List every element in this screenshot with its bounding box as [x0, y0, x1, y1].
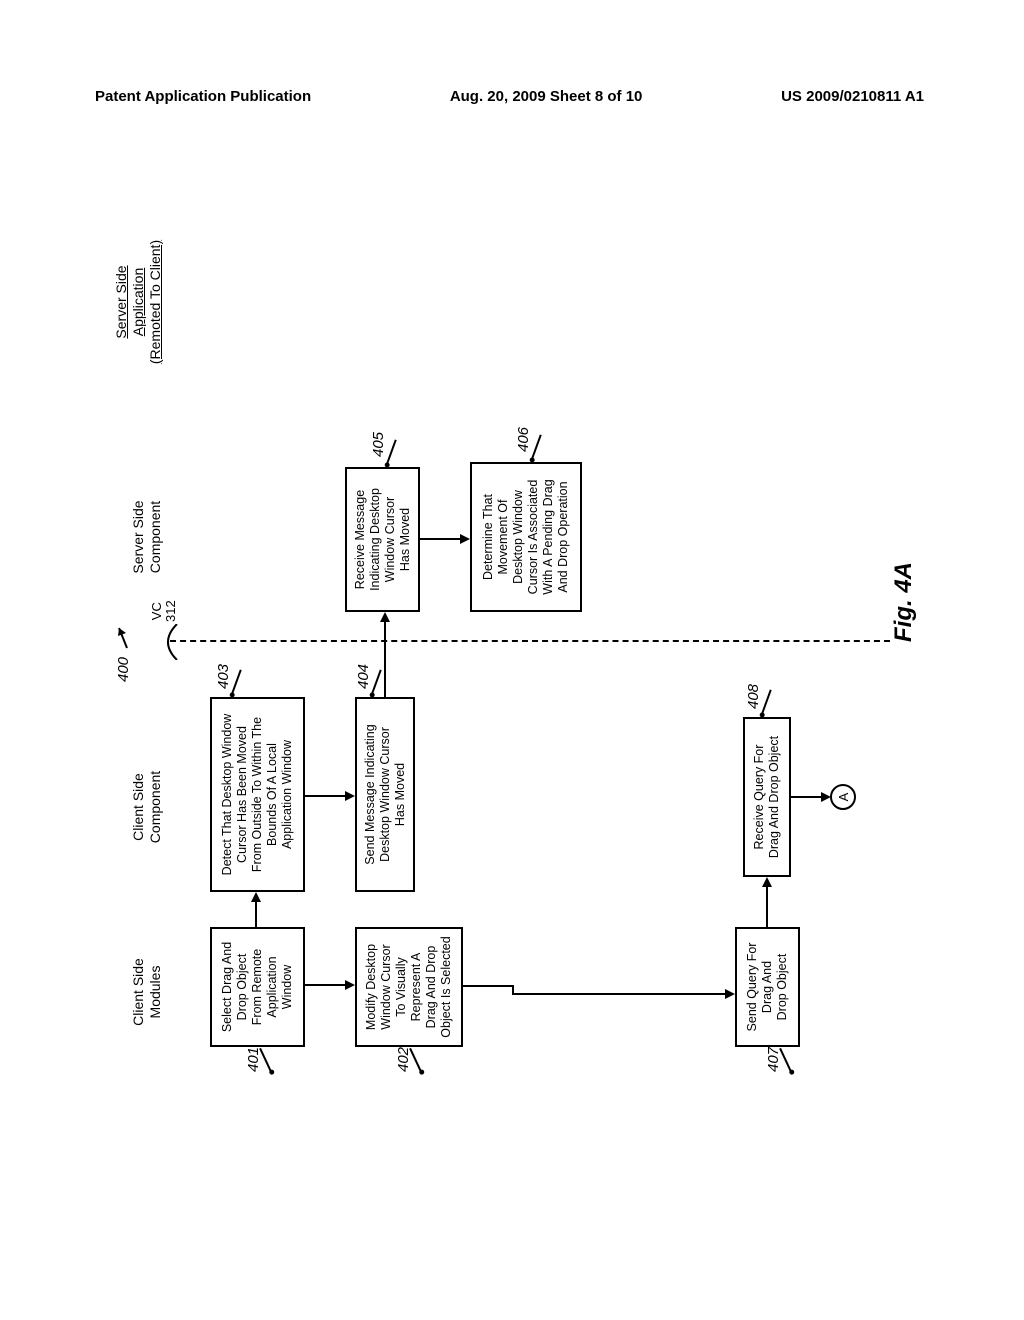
- figure-label: Fig. 4A: [890, 562, 918, 642]
- arrow-401-403: [248, 892, 264, 927]
- header-left: Patent Application Publication: [95, 88, 311, 105]
- header-right: US 2009/0210811 A1: [781, 88, 924, 105]
- box-405: Receive Message Indicating Desktop Windo…: [345, 467, 420, 612]
- flowchart-diagram: Client Side Modules Client Side Componen…: [0, 242, 1024, 1072]
- col-server-component: Server Side Component: [130, 477, 164, 597]
- vc-curve: [163, 624, 181, 660]
- box-406: Determine That Movement Of Desktop Windo…: [470, 462, 582, 612]
- ref-403: 403: [215, 664, 232, 689]
- arrow-408-a: [791, 789, 831, 805]
- col-server-app: Server Side Application (Remoted To Clie…: [113, 227, 163, 377]
- vc-label: VC 312: [150, 600, 179, 622]
- box-407: Send Query For Drag And Drop Object: [735, 927, 800, 1047]
- arrow-400-leader: [115, 620, 133, 650]
- col-client-modules: Client Side Modules: [130, 932, 164, 1052]
- box-403: Detect That Desktop Window Cursor Has Be…: [210, 697, 305, 892]
- vc-dashed-line: [170, 640, 890, 642]
- box-408: Receive Query For Drag And Drop Object: [743, 717, 791, 877]
- arrow-403-404: [305, 788, 355, 804]
- arrow-401-402: [305, 977, 355, 993]
- ref-408: 408: [745, 684, 762, 709]
- header-center: Aug. 20, 2009 Sheet 8 of 10: [450, 88, 643, 105]
- arrow-402-407: [463, 972, 735, 1002]
- connector-a: A: [830, 784, 856, 810]
- arrow-404-405: [377, 612, 393, 697]
- page-header: Patent Application Publication Aug. 20, …: [0, 88, 1024, 105]
- box-404: Send Message Indicating Desktop Window C…: [355, 697, 415, 892]
- col-client-component: Client Side Component: [130, 747, 164, 867]
- box-401: Select Drag And Drop Object From Remote …: [210, 927, 305, 1047]
- ref-404: 404: [355, 664, 372, 689]
- ref-405: 405: [370, 432, 387, 457]
- ref-406: 406: [515, 427, 532, 452]
- arrow-407-408: [759, 877, 775, 927]
- arrow-405-406: [420, 531, 470, 547]
- box-402: Modify Desktop Window Cursor To Visually…: [355, 927, 463, 1047]
- ref-400: 400: [115, 657, 132, 682]
